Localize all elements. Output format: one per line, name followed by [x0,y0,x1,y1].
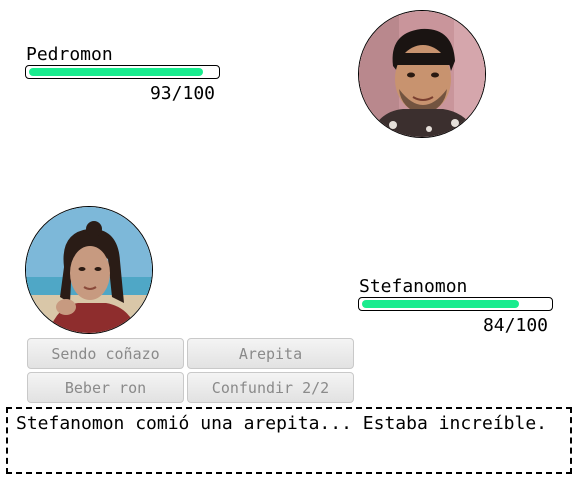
opponent-hp-text: 93/100 [149,83,215,104]
player-face-photo-icon [26,207,152,333]
move-button-sendo-conazo[interactable]: Sendo coñazo [27,338,184,369]
player-hp-bar [358,297,553,311]
player-hp-text: 84/100 [482,315,548,336]
opponent-portrait [358,10,486,138]
move-menu: Sendo coñazo Arepita Beber ron Confundir… [27,338,355,403]
player-hp-fill [362,300,519,308]
opponent-name: Pedromon [26,44,113,65]
opponent-face-photo-icon [359,11,485,137]
move-button-confundir[interactable]: Confundir 2/2 [187,372,354,403]
opponent-hp-bar [25,65,220,79]
player-name: Stefanomon [359,276,468,297]
battle-message-box: Stefanomon comió una arepita... Estaba i… [6,407,572,474]
opponent-hp-fill [29,68,203,76]
move-button-beber-ron[interactable]: Beber ron [27,372,184,403]
move-button-arepita[interactable]: Arepita [187,338,354,369]
player-portrait [25,206,153,334]
